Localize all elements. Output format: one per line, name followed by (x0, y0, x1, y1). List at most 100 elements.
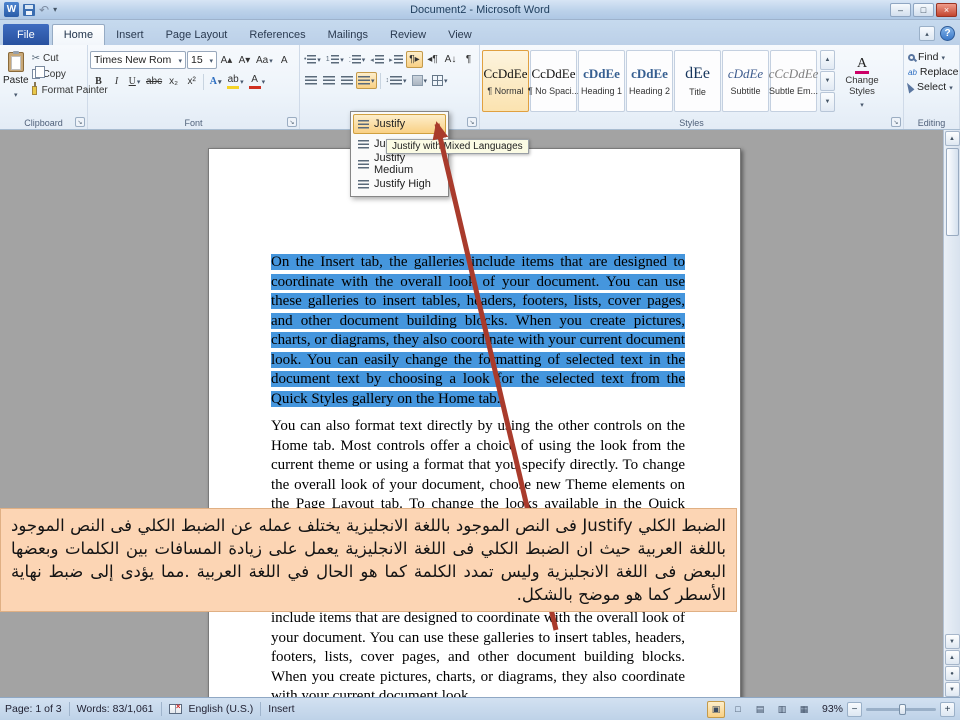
italic-button[interactable]: I (108, 73, 125, 90)
select-button[interactable]: Select (906, 80, 955, 94)
previous-page-icon[interactable]: ▲ (944, 650, 960, 665)
paragraph-selected[interactable]: On the Insert tab, the galleries include… (271, 253, 685, 409)
tab-view[interactable]: View (437, 24, 483, 45)
clear-formatting-button[interactable]: A (276, 52, 293, 69)
draft-view-icon[interactable]: ▦ (795, 701, 813, 718)
decrease-indent-button[interactable]: ◂ (368, 51, 386, 68)
zoom-slider[interactable] (866, 703, 936, 715)
maximize-button[interactable]: □ (913, 3, 934, 17)
find-dropdown-icon[interactable] (941, 51, 945, 63)
line-spacing-dropdown-icon[interactable] (403, 75, 407, 86)
shading-dropdown-icon[interactable] (424, 75, 428, 86)
word-count[interactable]: Words: 83/1,061 (77, 703, 154, 715)
tab-mailings[interactable]: Mailings (317, 24, 379, 45)
minimize-ribbon-icon[interactable]: ▴ (919, 26, 935, 41)
page-indicator[interactable]: Page: 1 of 3 (5, 703, 62, 715)
paragraph-3[interactable]: include items that are designed to coord… (271, 609, 685, 697)
shading-button[interactable] (410, 72, 430, 89)
paragraph-dialog-launcher-icon[interactable] (467, 117, 477, 127)
multilevel-dropdown-icon[interactable] (362, 54, 366, 65)
paste-button[interactable]: Paste (2, 47, 30, 115)
font-color-dropdown-icon[interactable] (262, 76, 266, 87)
proofing-icon[interactable] (168, 702, 182, 714)
borders-button[interactable] (430, 72, 450, 89)
bullets-button[interactable]: • (302, 51, 323, 68)
outline-view-icon[interactable]: ▥ (773, 701, 791, 718)
language-indicator[interactable]: English (U.S.) (189, 703, 254, 715)
show-paragraph-marks-button[interactable]: ¶ (460, 51, 477, 68)
numbering-dropdown-icon[interactable] (340, 54, 344, 65)
menu-item-justify-high[interactable]: Justify High (353, 174, 446, 194)
superscript-button[interactable]: x² (183, 73, 200, 90)
numbering-button[interactable]: 1 (324, 51, 346, 68)
find-button[interactable]: Find (908, 51, 955, 63)
align-right-button[interactable] (338, 72, 355, 89)
justify-button[interactable] (356, 72, 377, 89)
print-layout-view-icon[interactable]: ▣ (707, 700, 725, 718)
text-effects-button[interactable]: A (207, 73, 224, 90)
style-heading2[interactable]: cDdEe Heading 2 (626, 50, 673, 112)
fullscreen-view-icon[interactable]: □ (729, 701, 747, 718)
styles-scroll-down-icon[interactable]: ▼ (820, 71, 835, 91)
font-name-combo[interactable]: Times New Rom (90, 51, 186, 69)
line-spacing-button[interactable]: ↕ (384, 72, 409, 89)
change-styles-dropdown-icon[interactable] (860, 100, 864, 111)
subscript-button[interactable]: x₂ (165, 73, 182, 90)
close-button[interactable]: × (936, 3, 957, 17)
left-to-right-button[interactable]: ¶▸ (406, 51, 423, 68)
bold-button[interactable]: B (90, 73, 107, 90)
insert-mode-indicator[interactable]: Insert (268, 703, 294, 715)
style-subtle-emphasis[interactable]: cCcDdEe Subtle Em... (769, 50, 818, 112)
zoom-level[interactable]: 93% (817, 703, 843, 715)
change-case-button[interactable]: Aa (254, 52, 275, 69)
font-color-button[interactable]: A (247, 73, 268, 90)
font-size-dropdown-icon[interactable] (209, 54, 213, 66)
bullets-dropdown-icon[interactable] (317, 54, 321, 65)
increase-indent-button[interactable]: ▸ (387, 51, 405, 68)
help-icon[interactable]: ? (940, 26, 955, 41)
text-highlight-dropdown-icon[interactable] (240, 76, 244, 87)
align-center-button[interactable] (320, 72, 337, 89)
style-no-spacing[interactable]: CcDdEe ¶ No Spaci... (528, 50, 579, 112)
quick-access-dropdown-icon[interactable]: ▾ (53, 5, 57, 14)
style-subtitle[interactable]: cDdEe Subtitle (722, 50, 769, 112)
zoom-out-icon[interactable]: − (847, 701, 862, 717)
text-highlight-button[interactable]: ab (225, 73, 246, 90)
menu-item-justify[interactable]: Justify (353, 114, 446, 134)
tab-home[interactable]: Home (51, 24, 106, 45)
strikethrough-button[interactable]: abc (144, 73, 164, 90)
text-effects-dropdown-icon[interactable] (218, 76, 222, 87)
right-to-left-button[interactable]: ◂¶ (424, 51, 441, 68)
zoom-in-icon[interactable]: + (940, 701, 955, 717)
underline-button[interactable]: U (126, 73, 143, 90)
paste-dropdown-icon[interactable] (14, 89, 18, 100)
tab-references[interactable]: References (238, 24, 316, 45)
select-dropdown-icon[interactable] (949, 81, 953, 93)
vertical-scrollbar[interactable]: ▲ ▼ ▲ ● ▼ (943, 130, 960, 697)
borders-dropdown-icon[interactable] (444, 75, 448, 86)
web-layout-view-icon[interactable]: ▤ (751, 701, 769, 718)
style-normal[interactable]: CcDdEe ¶ Normal (482, 50, 529, 112)
styles-dialog-launcher-icon[interactable] (891, 117, 901, 127)
replace-button[interactable]: ab Replace (908, 66, 958, 78)
multilevel-list-button[interactable]: ⁚ (347, 51, 368, 68)
scroll-down-icon[interactable]: ▼ (944, 634, 960, 649)
tab-file[interactable]: File (3, 24, 49, 45)
tab-insert[interactable]: Insert (105, 24, 155, 45)
font-size-combo[interactable]: 15 (187, 51, 217, 69)
font-dialog-launcher-icon[interactable] (287, 117, 297, 127)
word-logo-icon[interactable]: W (4, 2, 19, 17)
justify-dropdown-icon[interactable] (371, 75, 375, 86)
sort-button[interactable]: A↓ (442, 51, 459, 68)
font-name-dropdown-icon[interactable] (178, 54, 182, 66)
undo-icon[interactable]: ↶ (39, 4, 49, 16)
scrollbar-thumb[interactable] (945, 148, 959, 236)
style-title[interactable]: dEe Title (674, 50, 721, 112)
scroll-up-icon[interactable]: ▲ (944, 131, 960, 146)
zoom-slider-thumb[interactable] (898, 703, 906, 715)
styles-scroll-up-icon[interactable]: ▲ (820, 50, 835, 70)
tab-page-layout[interactable]: Page Layout (155, 24, 239, 45)
styles-gallery-expand-icon[interactable]: ▼ (820, 92, 835, 112)
select-browse-object-icon[interactable]: ● (944, 666, 960, 681)
menu-item-justify-medium[interactable]: Justify Medium (353, 152, 446, 176)
